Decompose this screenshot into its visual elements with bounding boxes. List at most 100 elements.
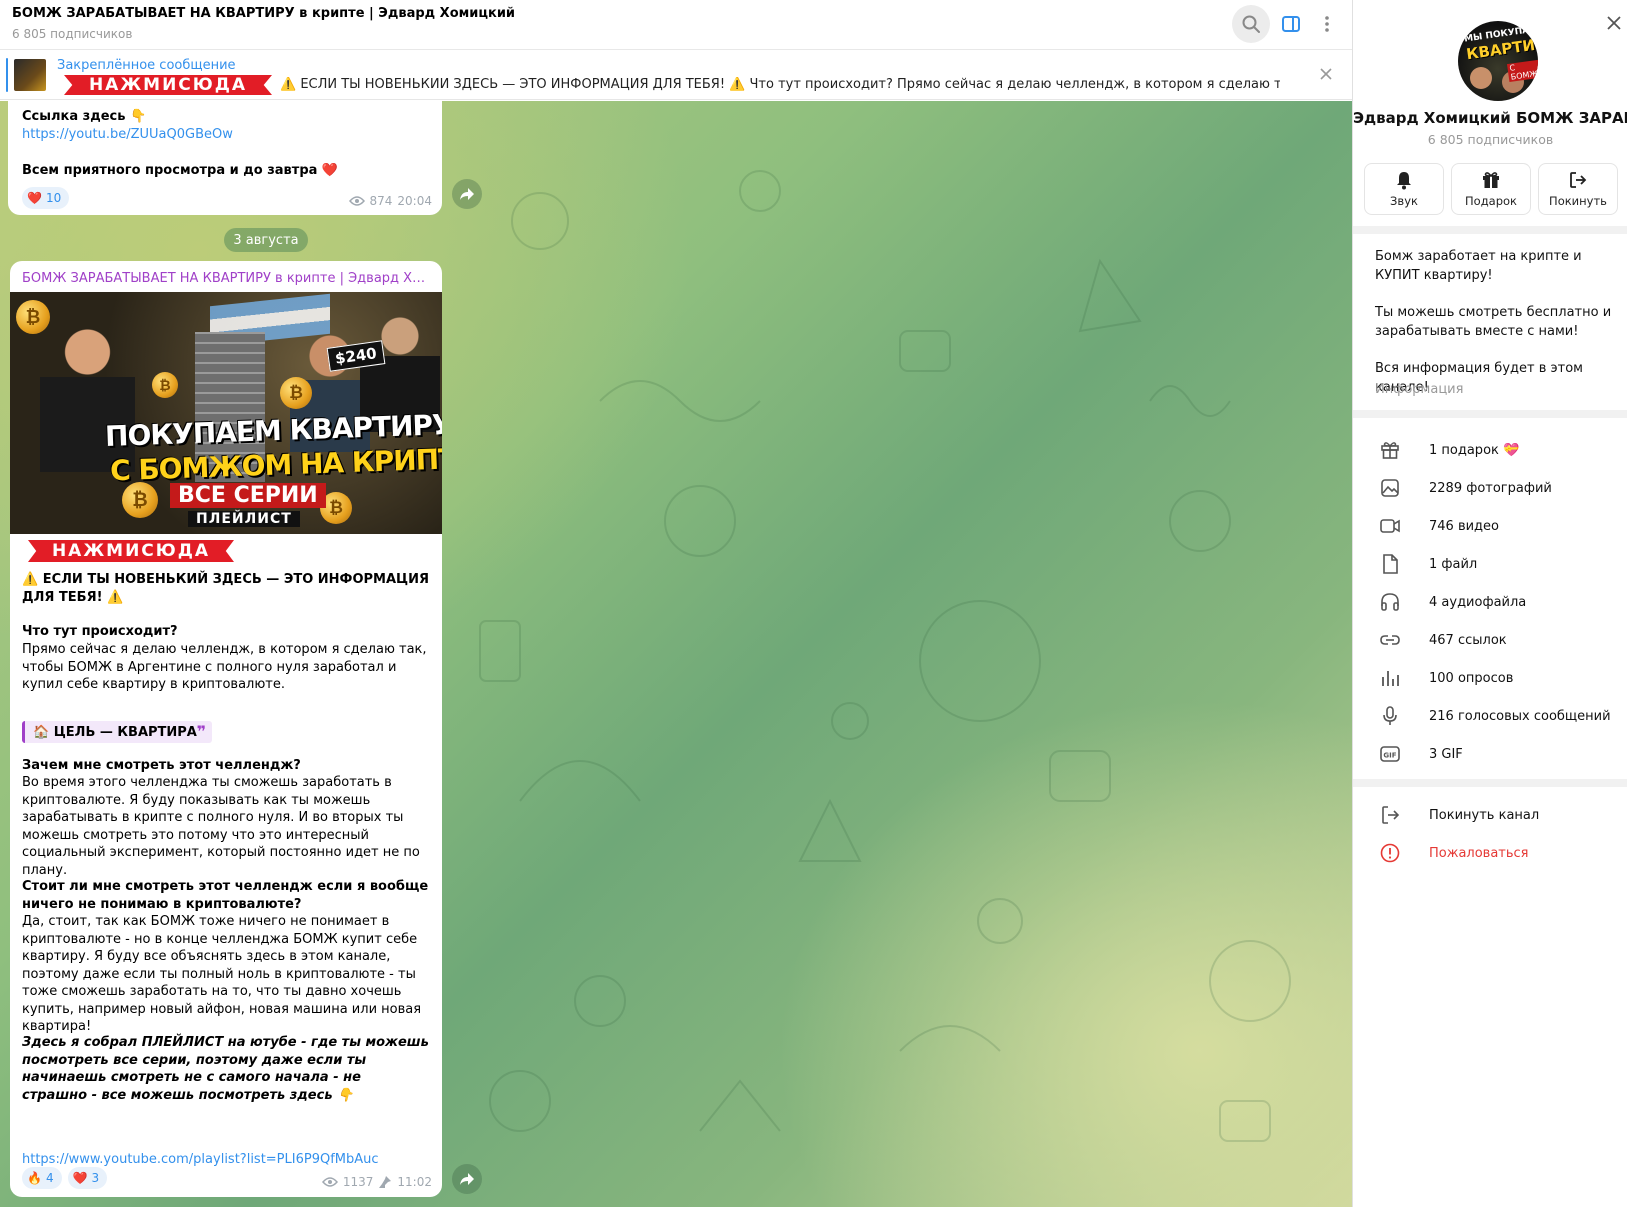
media-row-gifs[interactable]: GIF 3 GIF — [1353, 736, 1627, 772]
message-meta: 874 20:04 — [348, 194, 432, 208]
share-button[interactable] — [452, 179, 482, 209]
media-label: 746 видео — [1429, 518, 1499, 534]
description-line: Ты можешь смотреть бесплатно и зарабатыв… — [1375, 305, 1612, 339]
gif-icon: GIF — [1380, 746, 1400, 762]
divider — [1353, 410, 1627, 418]
reaction-fire[interactable]: 🔥 4 — [22, 1167, 62, 1189]
channel-name-text: Эдвард Хомицкий БОМЖ ЗАРАБАТЫВАЕТ — [1353, 109, 1627, 127]
quote-text: 🏠 ЦЕЛЬ — КВАРТИРА — [33, 724, 197, 740]
chat-title[interactable]: БОМЖ ЗАРАБАТЫВАЕТ НА КВАРТИРУ в крипте |… — [12, 6, 515, 21]
video-thumbnail[interactable]: ₿ ₿ ₿ ₿ ₿ $240 ПОКУПАЕМ КВАРТИРУ С БОМЖО… — [10, 292, 442, 534]
pin-icon — [379, 1176, 392, 1188]
pinned-text: ⚠️ ЕСЛИ ТЫ НОВЕНЬКИЙ ЗДЕСЬ — ЭТО ИНФОРМА… — [280, 77, 1280, 92]
playlist-link[interactable]: https://www.youtube.com/playlist?list=PL… — [22, 1152, 379, 1167]
media-row-audio[interactable]: 4 аудиофайла — [1353, 584, 1627, 620]
reaction-heart[interactable]: ❤️ 10 — [22, 187, 70, 209]
reaction-emoji: 🔥 — [27, 1171, 42, 1185]
share-button[interactable] — [452, 1164, 482, 1194]
message-time: 20:04 — [397, 194, 432, 208]
media-row-photos[interactable]: 2289 фотографий — [1353, 470, 1627, 506]
channel-subscribers: 6 805 подписчиков — [1427, 132, 1554, 147]
eye-icon — [348, 196, 365, 206]
leave-label: Покинуть — [1549, 194, 1607, 208]
bitcoin-icon: ₿ — [280, 377, 312, 409]
thumbnail-headline: ПЛЕЙЛИСТ — [188, 511, 300, 527]
reaction-emoji: ❤️ — [72, 1171, 88, 1185]
reaction-count: 10 — [45, 191, 62, 205]
headphones-icon — [1381, 593, 1399, 611]
media-row-polls[interactable]: 100 опросов — [1353, 660, 1627, 696]
media-label: 1 подарок 💝 — [1429, 442, 1520, 458]
report-icon — [1380, 843, 1400, 863]
channel-info-panel: МЫ ПОКУПАЕМ КВАРТИРУ С БОМЖОМ Эдвард Хом… — [1352, 0, 1627, 1207]
message-link[interactable]: https://youtu.be/ZUUaQ0GBeOw — [22, 127, 233, 142]
thumbnail-headline: ВСЕ СЕРИИ — [170, 483, 326, 508]
media-label: 216 голосовых сообщений — [1429, 708, 1611, 724]
sidebar-toggle-icon — [1282, 16, 1300, 32]
chat-header[interactable]: БОМЖ ЗАРАБАТЫВАЕТ НА КВАРТИРУ в крипте |… — [0, 0, 1352, 50]
close-icon[interactable] — [1605, 14, 1623, 32]
message-text: Во время этого челленджа ты сможешь зара… — [22, 775, 420, 878]
quote-block: 🏠 ЦЕЛЬ — КВАРТИРА ❞ — [22, 721, 212, 743]
media-label: 1 файл — [1429, 556, 1478, 572]
leave-channel-label: Покинуть канал — [1429, 807, 1540, 823]
media-label: 100 опросов — [1429, 670, 1514, 686]
search-button[interactable] — [1232, 5, 1270, 43]
svg-text:GIF: GIF — [1383, 752, 1396, 760]
media-label: 2289 фотографий — [1429, 480, 1552, 496]
message-text: ⚠️ ЕСЛИ ТЫ НОВЕНЬКИЙ ЗДЕСЬ — ЭТО ИНФОРМА… — [22, 572, 429, 605]
pinned-message[interactable]: Закреплённое сообщение НАЖМИСЮДА ⚠️ ЕСЛИ… — [0, 51, 1352, 100]
reaction-heart[interactable]: ❤️ 3 — [67, 1167, 108, 1189]
leave-icon — [1570, 172, 1587, 188]
leave-channel-row[interactable]: Покинуть канал — [1353, 797, 1627, 833]
reaction-emoji: ❤️ — [27, 191, 42, 205]
sound-button[interactable]: Звук — [1364, 163, 1444, 215]
description-line: Бомж заработает на крипте и КУПИТ кварти… — [1375, 249, 1582, 283]
message-author[interactable]: БОМЖ ЗАРАБАТЫВАЕТ НА КВАРТИРУ в крипте |… — [22, 271, 432, 286]
close-icon[interactable] — [1318, 66, 1334, 82]
message-text: Зачем мне смотреть этот челлендж? — [22, 758, 301, 773]
pinned-thumbnail — [14, 59, 46, 91]
sound-label: Звук — [1390, 194, 1418, 208]
message-text: Здесь я собрал ПЛЕЙЛИСТ на ютубе - где т… — [22, 1035, 429, 1103]
media-row-links[interactable]: 467 ссылок — [1353, 622, 1627, 658]
chat-subscribers: 6 805 подписчиков — [12, 27, 133, 41]
forward-icon — [460, 188, 474, 200]
message-bubble[interactable]: БОМЖ ЗАРАБАТЫВАЕТ НА КВАРТИРУ в крипте |… — [10, 261, 442, 1197]
more-button[interactable] — [1308, 5, 1346, 43]
message-text: Стоит ли мне смотреть этот челлендж если… — [22, 879, 429, 912]
reactions: 🔥 4 ❤️ 3 — [22, 1167, 108, 1189]
report-label: Пожаловаться — [1429, 845, 1529, 861]
gift-icon — [1483, 172, 1499, 188]
message-meta: 1137 11:02 — [321, 1175, 432, 1189]
report-row[interactable]: Пожаловаться — [1353, 835, 1627, 871]
gift-icon — [1381, 442, 1399, 459]
video-icon — [1380, 519, 1400, 533]
message-time: 11:02 — [397, 1175, 432, 1189]
reaction-count: 4 — [45, 1171, 54, 1185]
message-text: Что тут происходит? — [22, 624, 178, 639]
pinned-indicator — [6, 58, 8, 92]
sidebar-toggle-button[interactable] — [1272, 5, 1310, 43]
reaction-count: 3 — [91, 1171, 100, 1185]
click-here-banner: НАЖМИСЮДА — [28, 540, 234, 562]
search-icon — [1242, 15, 1260, 33]
media-row-gifts[interactable]: 1 подарок 💝 — [1353, 432, 1627, 468]
bitcoin-icon: ₿ — [16, 300, 50, 334]
microphone-icon — [1383, 706, 1397, 725]
divider — [1353, 779, 1627, 787]
date-divider: 3 августа — [224, 228, 308, 252]
view-count: 1137 — [342, 1175, 374, 1189]
poll-icon — [1382, 671, 1399, 686]
message-text: Ссылка здесь 👇 — [22, 109, 147, 124]
media-row-videos[interactable]: 746 видео — [1353, 508, 1627, 544]
leave-button[interactable]: Покинуть — [1538, 163, 1618, 215]
gift-button[interactable]: Подарок — [1451, 163, 1531, 215]
media-row-files[interactable]: 1 файл — [1353, 546, 1627, 582]
media-row-voice[interactable]: 216 голосовых сообщений — [1353, 698, 1627, 734]
message-bubble[interactable]: Ссылка здесь 👇 https://youtu.be/ZUUaQ0GB… — [8, 101, 442, 215]
bitcoin-icon: ₿ — [122, 482, 158, 518]
media-label: 4 аудиофайла — [1429, 594, 1527, 610]
bell-icon — [1397, 172, 1411, 190]
channel-avatar[interactable]: МЫ ПОКУПАЕМ КВАРТИРУ С БОМЖОМ — [1458, 21, 1538, 101]
